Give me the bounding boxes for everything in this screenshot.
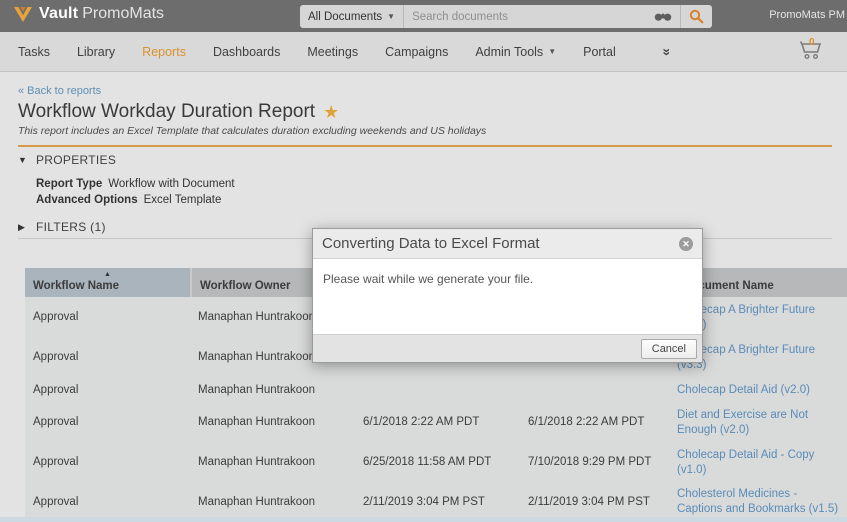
- document-link[interactable]: Cholecap Detail Aid - Copy (v1.0): [673, 443, 847, 482]
- cart-button[interactable]: 0: [799, 40, 825, 64]
- start-date-cell: 6/25/2018 11:58 AM PDT: [355, 443, 520, 482]
- dialog-message: Please wait while we generate your file.: [323, 272, 533, 286]
- chevron-down-icon: ▼: [548, 47, 556, 56]
- user-account-label[interactable]: PromoMats PM: [769, 9, 845, 21]
- complete-date-cell: 7/10/2018 9:29 PM PDT: [520, 443, 673, 482]
- sort-ascending-icon: ▲: [104, 271, 111, 278]
- start-date-cell: [355, 378, 520, 402]
- document-link[interactable]: Cholecap Detail Aid (v2.0): [673, 378, 847, 402]
- tab-admin-tools[interactable]: Admin Tools ▼: [475, 45, 556, 59]
- expand-triangle-icon: ▶: [18, 222, 26, 233]
- favorite-star-icon[interactable]: ★: [323, 103, 339, 121]
- app-window: Vault PromoMats All Documents ▼: [0, 0, 847, 522]
- property-value: Excel Template: [144, 194, 222, 206]
- table-row: Approval Manaphan Huntrakoon Cholecap De…: [25, 377, 847, 402]
- search-button[interactable]: [680, 5, 712, 28]
- table-row: Approval Manaphan Huntrakoon 2/11/2019 3…: [25, 481, 847, 521]
- property-row: Advanced Options Excel Template: [36, 193, 235, 209]
- search-scope-label: All Documents: [308, 11, 382, 23]
- search-input[interactable]: [404, 11, 646, 23]
- tab-reports[interactable]: Reports: [142, 45, 186, 59]
- brand-product: PromoMats: [82, 5, 164, 23]
- cancel-button[interactable]: Cancel: [641, 339, 697, 359]
- properties-header[interactable]: ▼ PROPERTIES: [18, 153, 235, 167]
- document-link[interactable]: Diet and Exercise are Not Enough (v2.0): [673, 403, 847, 442]
- workflow-owner-cell: Manaphan Huntrakoon: [190, 378, 355, 402]
- top-bar: Vault PromoMats All Documents ▼: [0, 0, 847, 32]
- filters-section: ▶ FILTERS (1): [18, 220, 106, 234]
- report-description: This report includes an Excel Template t…: [18, 125, 486, 137]
- chevron-down-icon: ▼: [387, 12, 395, 21]
- page-title: Workflow Workday Duration Report: [18, 101, 315, 123]
- advanced-search-icon[interactable]: [646, 11, 680, 22]
- dialog-header: Converting Data to Excel Format ✕: [313, 229, 702, 259]
- complete-date-cell: 6/1/2018 2:22 AM PDT: [520, 403, 673, 442]
- workflow-owner-cell: Manaphan Huntrakoon: [190, 403, 355, 442]
- search-scope-dropdown[interactable]: All Documents ▼: [300, 5, 404, 28]
- dialog-footer: Cancel: [313, 334, 702, 362]
- column-header-workflow-name[interactable]: ▲ Workflow Name: [25, 268, 190, 297]
- workflow-name-cell: Approval: [25, 298, 190, 337]
- close-icon[interactable]: ✕: [679, 237, 693, 251]
- complete-date-cell: 2/11/2019 3:04 PM PST: [520, 482, 673, 521]
- search-icon: [689, 9, 704, 24]
- workflow-owner-cell: Manaphan Huntrakoon: [190, 482, 355, 521]
- back-to-reports-link[interactable]: « Back to reports: [18, 85, 101, 97]
- tab-portal[interactable]: Portal: [583, 45, 616, 59]
- tab-tasks[interactable]: Tasks: [18, 45, 50, 59]
- workflow-owner-cell: Manaphan Huntrakoon: [190, 443, 355, 482]
- tab-meetings[interactable]: Meetings: [307, 45, 358, 59]
- table-row: Approval Manaphan Huntrakoon 6/1/2018 2:…: [25, 402, 847, 442]
- properties-list: Report Type Workflow with Document Advanc…: [36, 177, 235, 208]
- property-value: Workflow with Document: [108, 178, 234, 190]
- brand-vault: Vault: [39, 5, 78, 23]
- workflow-name-cell: Approval: [25, 403, 190, 442]
- property-label: Report Type: [36, 178, 102, 190]
- properties-section: ▼ PROPERTIES Report Type Workflow with Do…: [18, 153, 235, 208]
- dialog-body: Please wait while we generate your file.: [313, 259, 702, 334]
- document-link[interactable]: Cholesterol Medicines - Captions and Boo…: [673, 482, 847, 521]
- complete-date-cell: [520, 378, 673, 402]
- vault-logo[interactable]: Vault PromoMats: [13, 5, 164, 23]
- nav-tabs: Tasks Library Reports Dashboards Meeting…: [18, 44, 669, 60]
- tab-campaigns[interactable]: Campaigns: [385, 45, 448, 59]
- dialog-title: Converting Data to Excel Format: [322, 235, 540, 252]
- property-label: Advanced Options: [36, 194, 138, 206]
- start-date-cell: 2/11/2019 3:04 PM PST: [355, 482, 520, 521]
- workflow-name-cell: Approval: [25, 338, 190, 377]
- workflow-name-cell: Approval: [25, 378, 190, 402]
- table-row: Approval Manaphan Huntrakoon 6/25/2018 1…: [25, 442, 847, 482]
- collapse-triangle-icon: ▼: [18, 155, 26, 165]
- workflow-name-cell: Approval: [25, 482, 190, 521]
- vault-v-icon: [13, 6, 33, 23]
- more-tabs-icon[interactable]: «: [657, 48, 673, 56]
- filters-header[interactable]: ▶ FILTERS (1): [18, 220, 106, 234]
- convert-excel-dialog: Converting Data to Excel Format ✕ Please…: [312, 228, 703, 363]
- tab-library[interactable]: Library: [77, 45, 115, 59]
- page-title-row: Workflow Workday Duration Report ★: [18, 101, 339, 123]
- property-row: Report Type Workflow with Document: [36, 177, 235, 193]
- workflow-name-cell: Approval: [25, 443, 190, 482]
- start-date-cell: 6/1/2018 2:22 AM PDT: [355, 403, 520, 442]
- header-divider: [18, 145, 832, 147]
- main-navigation: Tasks Library Reports Dashboards Meeting…: [0, 32, 847, 72]
- filters-heading: FILTERS (1): [36, 220, 106, 234]
- properties-heading: PROPERTIES: [36, 153, 116, 167]
- cart-count-badge: 0: [809, 37, 815, 48]
- search-bar: All Documents ▼: [300, 5, 712, 28]
- tab-dashboards[interactable]: Dashboards: [213, 45, 280, 59]
- bottom-bar-edge: [0, 517, 847, 522]
